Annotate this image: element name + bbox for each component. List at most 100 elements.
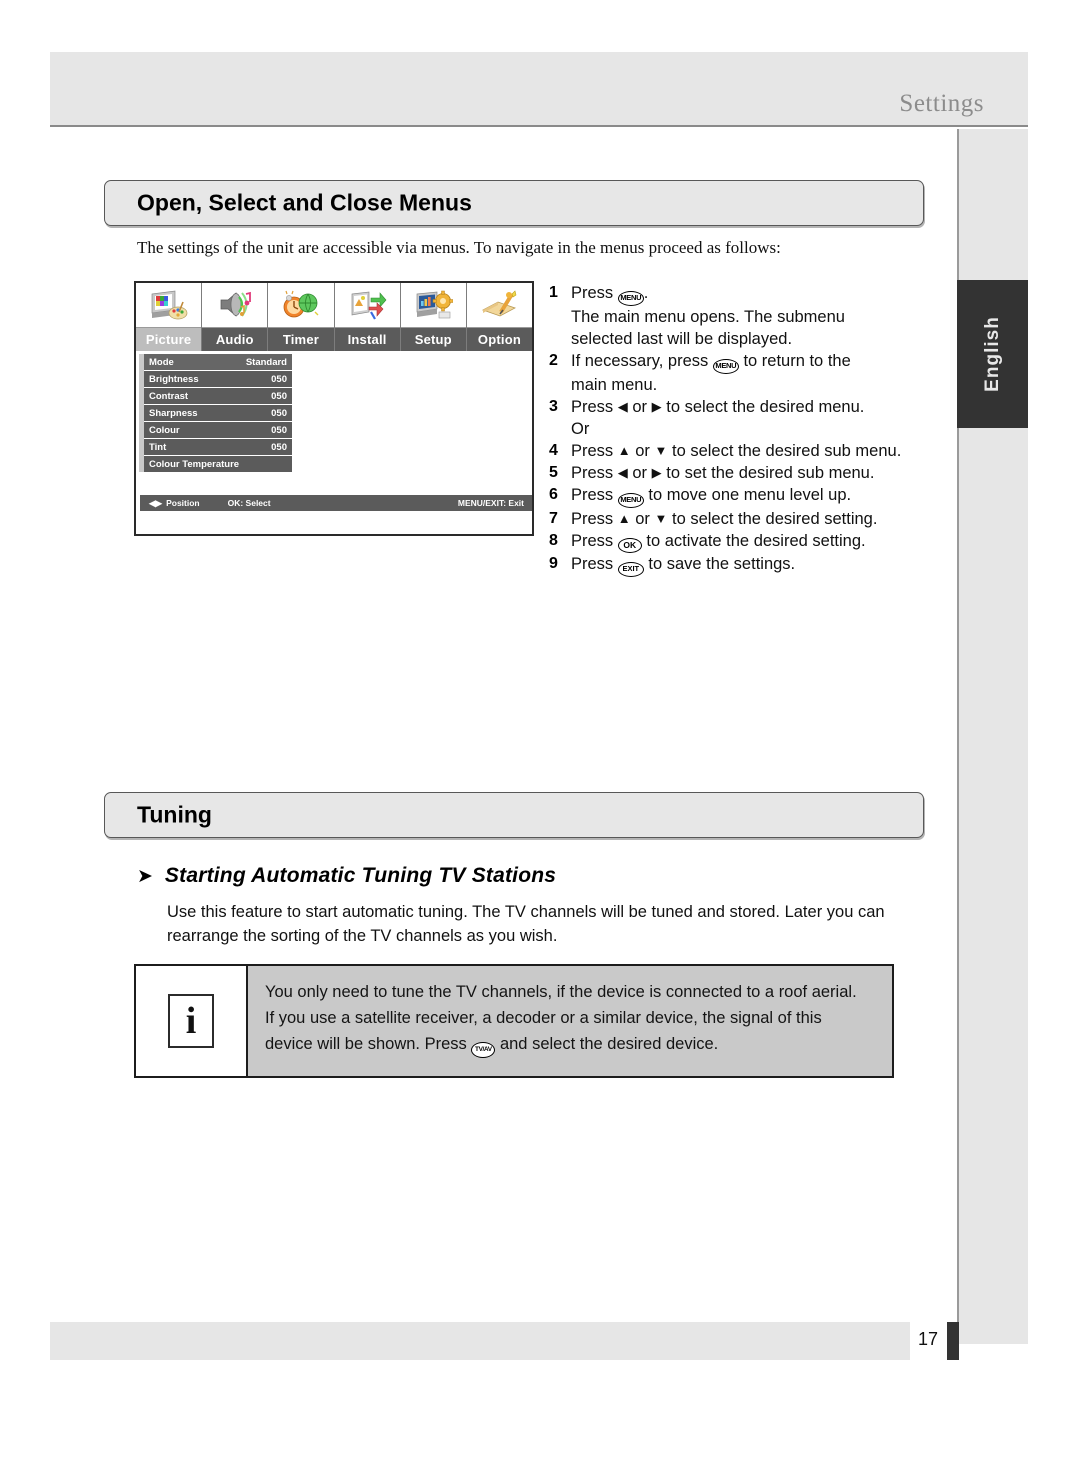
step-text-part: Press bbox=[571, 532, 614, 550]
osd-tab-label: Audio bbox=[202, 328, 268, 351]
down-arrow-icon: ▼ bbox=[654, 443, 668, 458]
step-6: 6 Press MENU to move one menu level up. bbox=[549, 484, 949, 508]
osd-tab-timer[interactable]: Timer bbox=[268, 283, 335, 351]
page-header-band bbox=[50, 52, 1028, 127]
step-text-part: Press bbox=[571, 284, 614, 302]
step-1-line-2: The main menu opens. The submenu bbox=[571, 308, 845, 326]
step-3: 3 Press ◀ or ▶ to select the desired men… bbox=[549, 396, 949, 418]
menu-key-icon: MENU bbox=[617, 291, 644, 306]
step-number: 6 bbox=[549, 486, 558, 503]
step-number: 4 bbox=[549, 442, 558, 459]
osd-row-label: Sharpness bbox=[149, 407, 198, 419]
step-text-part: to return to the bbox=[743, 352, 851, 370]
section-heading-label: Open, Select and Close Menus bbox=[137, 189, 472, 216]
step-text-part: Press bbox=[571, 486, 614, 504]
step-number: 9 bbox=[549, 555, 558, 572]
manual-page: Settings English Open, Select and Close … bbox=[0, 0, 1080, 1482]
osd-row-colour[interactable]: Colour 050 bbox=[144, 422, 292, 438]
step-8: 8 Press OK to activate the desired setti… bbox=[549, 530, 949, 553]
clock-globe-icon bbox=[268, 283, 334, 328]
left-arrow-icon: ◀ bbox=[617, 465, 628, 480]
info-note-box: i You only need to tune the TV channels,… bbox=[134, 964, 894, 1078]
up-arrow-icon: ▲ bbox=[617, 443, 631, 458]
page-footer-band bbox=[50, 1322, 910, 1360]
chevron-right-icon: ➤ bbox=[137, 866, 153, 887]
step-text-part: Press bbox=[571, 464, 614, 482]
info-note-line-1: You only need to tune the TV channels, i… bbox=[265, 983, 857, 1001]
step-text-part: or bbox=[632, 398, 648, 416]
section-heading-open-select-close: Open, Select and Close Menus bbox=[104, 180, 924, 226]
step-text: Press ◀ or ▶ to select the desired menu. bbox=[571, 396, 864, 418]
osd-submenu-panel: Mode Standard Brightness 050 Contrast 05… bbox=[136, 351, 532, 514]
osd-row-value: 050 bbox=[271, 424, 287, 436]
osd-row-value: 050 bbox=[271, 407, 287, 419]
step-text: Press MENU. bbox=[571, 282, 648, 306]
right-arrow-icon: ▶ bbox=[651, 465, 662, 480]
menu-key-icon: MENU bbox=[617, 493, 644, 508]
step-7: 7 Press ▲ or ▼ to select the desired set… bbox=[549, 508, 949, 530]
step-text-part: to move one menu level up. bbox=[648, 486, 852, 504]
osd-tab-label: Install bbox=[334, 328, 400, 351]
osd-tab-option[interactable]: Option bbox=[466, 283, 533, 351]
step-text: Press MENU to move one menu level up. bbox=[571, 484, 851, 508]
osd-row-label: Contrast bbox=[149, 390, 189, 402]
step-1: 1 Press MENU. bbox=[549, 282, 949, 306]
osd-status-exit-label: MENU/EXIT: Exit bbox=[457, 498, 524, 508]
right-arrow-icon: ▶ bbox=[651, 399, 662, 414]
step-2-line-2: main menu. bbox=[571, 376, 658, 394]
osd-tab-label: Option bbox=[466, 328, 533, 351]
osd-tab-label: Setup bbox=[400, 328, 466, 351]
osd-status-bar: ◀▶ Position OK: Select MENU/EXIT: Exit bbox=[140, 495, 532, 511]
info-note-text-part: and select the desired device. bbox=[499, 1035, 719, 1053]
navigation-steps-list: 1 Press MENU. The main menu opens. The s… bbox=[549, 282, 949, 577]
step-text: Press ▲ or ▼ to select the desired sub m… bbox=[571, 440, 901, 462]
osd-row-label: Mode bbox=[149, 356, 174, 368]
language-tab-label: English bbox=[981, 316, 1003, 392]
step-text: If necessary, press MENU to return to th… bbox=[571, 350, 851, 374]
osd-status-select-label: OK: Select bbox=[227, 498, 271, 508]
book-pencil-icon bbox=[466, 283, 533, 328]
tv-palette-icon bbox=[136, 283, 202, 328]
subsection-title: Starting Automatic Tuning TV Stations bbox=[164, 864, 557, 887]
step-text-part: to set the desired sub menu. bbox=[666, 464, 875, 482]
side-strip-end-marker bbox=[947, 1322, 959, 1360]
step-text-part: If necessary, press bbox=[571, 352, 709, 370]
osd-tab-picture[interactable]: Picture bbox=[136, 283, 203, 351]
osd-row-tint[interactable]: Tint 050 bbox=[144, 439, 292, 455]
osd-row-colour-temperature[interactable]: Colour Temperature bbox=[144, 456, 292, 472]
osd-tab-audio[interactable]: Audio bbox=[202, 283, 269, 351]
left-right-arrows-icon: ◀▶ bbox=[149, 497, 163, 508]
step-text: Press EXIT to save the settings. bbox=[571, 553, 795, 577]
step-3-line-2: Or bbox=[571, 420, 590, 438]
info-note-text-part: device will be shown. Press bbox=[265, 1035, 467, 1053]
language-tab: English bbox=[957, 280, 1028, 428]
osd-tab-bar: Picture Audio Timer Install Setup Option bbox=[136, 283, 533, 351]
osd-row-value: Standard bbox=[245, 356, 287, 368]
info-note-line-3: device will be shown. Press TV/AV and se… bbox=[265, 1031, 876, 1058]
info-icon-glyph: i bbox=[168, 994, 214, 1048]
tv-av-key-icon: TV/AV bbox=[471, 1042, 496, 1058]
step-number: 1 bbox=[549, 284, 558, 301]
osd-row-contrast[interactable]: Contrast 050 bbox=[144, 388, 292, 404]
step-text-part: to select the desired sub menu. bbox=[671, 442, 902, 460]
info-note-text: You only need to tune the TV channels, i… bbox=[248, 966, 892, 1076]
osd-row-value: 050 bbox=[271, 441, 287, 453]
osd-row-value: 050 bbox=[271, 390, 287, 402]
step-2: 2 If necessary, press MENU to return to … bbox=[549, 350, 949, 374]
step-text-part: or bbox=[635, 442, 650, 460]
osd-row-sharpness[interactable]: Sharpness 050 bbox=[144, 405, 292, 421]
menu-key-icon: MENU bbox=[712, 359, 739, 374]
subsection-paragraph: Use this feature to start automatic tuni… bbox=[167, 903, 885, 945]
osd-row-brightness[interactable]: Brightness 050 bbox=[144, 371, 292, 387]
step-9: 9 Press EXIT to save the settings. bbox=[549, 553, 949, 577]
step-text-part: Press bbox=[571, 442, 614, 460]
left-arrow-icon: ◀ bbox=[617, 399, 628, 414]
osd-row-mode[interactable]: Mode Standard bbox=[144, 354, 292, 370]
osd-tab-install[interactable]: Install bbox=[334, 283, 401, 351]
osd-tab-setup[interactable]: Setup bbox=[400, 283, 467, 351]
down-arrow-icon: ▼ bbox=[654, 511, 668, 526]
step-number: 7 bbox=[549, 510, 558, 527]
step-text-part: to select the desired setting. bbox=[671, 510, 878, 528]
section-heading-tuning: Tuning bbox=[104, 792, 924, 838]
step-text-part: to save the settings. bbox=[648, 555, 796, 573]
